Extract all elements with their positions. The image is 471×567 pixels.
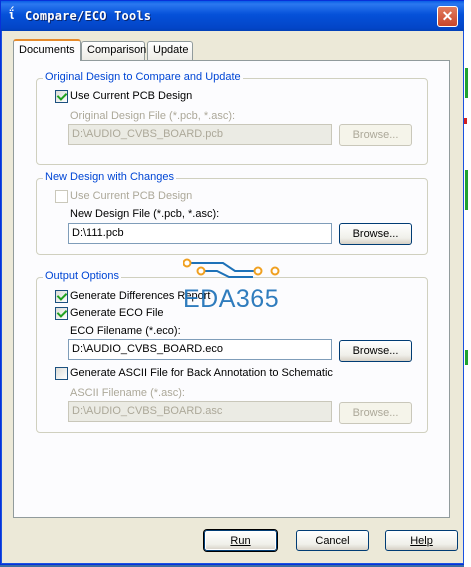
new-use-current-pcb-checkbox[interactable] <box>55 190 68 203</box>
tab-label: Comparison <box>87 44 147 56</box>
generate-ascii-checkbox[interactable] <box>55 367 68 380</box>
eco-filename-label: ECO Filename (*.eco): <box>70 325 181 337</box>
use-current-pcb-label: Use Current PCB Design <box>70 90 193 102</box>
help-label: Help <box>410 535 433 547</box>
cancel-button[interactable]: Cancel <box>296 530 369 551</box>
generate-eco-label: Generate ECO File <box>70 307 164 319</box>
background-mark <box>465 350 468 365</box>
use-current-pcb-checkbox[interactable] <box>55 90 68 103</box>
generate-ascii-label: Generate ASCII File for Back Annotation … <box>70 367 333 379</box>
original-browse-button[interactable]: Browse... <box>339 124 412 146</box>
ascii-browse-button[interactable]: Browse... <box>339 402 412 424</box>
new-design-legend: New Design with Changes <box>43 171 177 183</box>
new-design-file-label: New Design File (*.pcb, *.asc): <box>70 208 220 220</box>
title-bar[interactable]: ΐ Compare/ECO Tools ✕ <box>1 1 464 31</box>
tab-label: Update <box>153 44 189 56</box>
run-label: Run <box>230 535 251 547</box>
watermark-text: EDA365 <box>183 285 280 313</box>
dialog-window: ΐ Compare/ECO Tools ✕ Documents Comparis… <box>0 0 465 565</box>
ascii-filename-field[interactable]: D:\AUDIO_CVBS_BOARD.asc <box>68 401 332 422</box>
tab-update[interactable]: Update <box>147 41 193 60</box>
output-options-legend: Output Options <box>43 270 121 282</box>
generate-eco-checkbox[interactable] <box>55 307 68 320</box>
close-button[interactable]: ✕ <box>437 6 458 27</box>
app-icon: ΐ <box>8 8 16 22</box>
background-mark <box>465 68 468 98</box>
original-design-legend: Original Design to Compare and Update <box>43 71 243 83</box>
close-icon: ✕ <box>441 8 454 24</box>
tab-comparison[interactable]: Comparison <box>81 41 147 60</box>
eco-filename-input[interactable]: D:\AUDIO_CVBS_BOARD.eco <box>68 339 332 360</box>
new-design-browse-button[interactable]: Browse... <box>339 223 412 245</box>
run-button[interactable]: Run <box>204 530 277 551</box>
help-button[interactable]: Help <box>385 530 458 551</box>
background-mark <box>464 118 467 124</box>
new-use-current-pcb-label: Use Current PCB Design <box>70 190 193 202</box>
circuit-trace-icon <box>183 258 280 278</box>
original-file-label: Original Design File (*.pcb, *.asc): <box>70 110 236 122</box>
new-design-file-input[interactable]: D:\111.pcb <box>68 223 332 244</box>
tab-label: Documents <box>19 44 75 56</box>
background-mark <box>465 170 468 210</box>
tab-documents[interactable]: Documents <box>13 39 81 61</box>
generate-differences-checkbox[interactable] <box>55 290 68 303</box>
window-title: Compare/ECO Tools <box>25 9 152 23</box>
original-file-field[interactable]: D:\AUDIO_CVBS_BOARD.pcb <box>68 124 332 145</box>
eco-browse-button[interactable]: Browse... <box>339 340 412 362</box>
ascii-filename-label: ASCII Filename (*.asc): <box>70 387 185 399</box>
eda365-watermark: EDA365 <box>183 257 295 315</box>
